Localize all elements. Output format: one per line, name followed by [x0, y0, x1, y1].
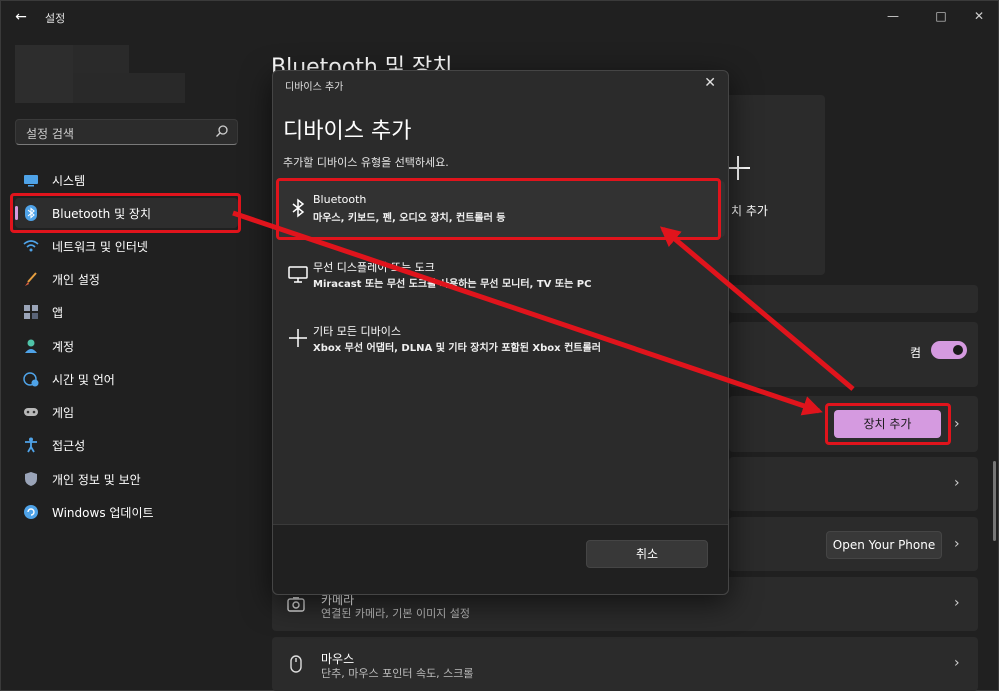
option-title: 기타 모든 디바이스 [313, 325, 401, 338]
toggle-knob [953, 345, 963, 355]
option-subtitle: Miracast 또는 무선 도크를 사용하는 무선 모니터, TV 또는 PC [313, 279, 592, 290]
sidebar-item-accessibility[interactable]: 접근성 [15, 430, 238, 460]
apps-icon [24, 305, 38, 319]
accessibility-icon [25, 437, 37, 453]
monitor-icon [288, 266, 308, 283]
plus-icon [289, 329, 307, 347]
update-icon [24, 505, 38, 519]
sidebar-item-label: Windows 업데이트 [52, 506, 154, 520]
chevron-right-icon: › [954, 655, 960, 671]
settings-window: ← 설정 — □ ✕ 설정 검색 시스템 Bluetooth 및 장치 네트워크… [0, 0, 999, 691]
avatar [15, 45, 73, 103]
highlight-box [276, 178, 721, 240]
option-wireless-display[interactable]: 무선 디스플레이 또는 도크 Miracast 또는 무선 도크를 사용하는 무… [277, 247, 725, 303]
sidebar-item-label: 시간 및 언어 [52, 373, 115, 387]
bluetooth-toggle[interactable] [931, 341, 967, 359]
brush-icon [25, 272, 37, 286]
sidebar-item-privacy[interactable]: 개인 정보 및 보안 [15, 464, 238, 494]
search-input[interactable]: 설정 검색 [15, 119, 238, 145]
mouse-icon [290, 655, 302, 673]
device-list-row[interactable] [729, 285, 978, 313]
scroll-thumb[interactable] [993, 461, 996, 541]
person-icon [25, 339, 37, 353]
search-icon [216, 125, 228, 137]
sidebar-item-personalization[interactable]: 개인 설정 [15, 264, 238, 294]
dialog-footer: 취소 [273, 524, 728, 594]
chevron-right-icon: › [954, 416, 960, 432]
gamepad-icon [24, 408, 38, 416]
minimize-icon[interactable]: — [881, 7, 905, 25]
sidebar-item-time-language[interactable]: 시간 및 언어 [15, 364, 238, 394]
toggle-label: 켬 [910, 346, 922, 360]
close-window-icon[interactable]: ✕ [967, 7, 991, 25]
mouse-row[interactable]: 마우스 단추, 마우스 포인터 속도, 스크롤 › [272, 637, 978, 691]
close-icon[interactable]: ✕ [704, 75, 716, 91]
search-placeholder: 설정 검색 [26, 127, 74, 141]
chevron-right-icon: › [954, 475, 960, 491]
dialog-prompt: 추가할 디바이스 유형을 선택하세요. [283, 156, 449, 169]
add-card-label: 치 추가 [731, 204, 768, 218]
sidebar-item-label: 개인 정보 및 보안 [52, 473, 141, 487]
sidebar-item-network[interactable]: 네트워크 및 인터넷 [15, 231, 238, 261]
sidebar-item-label: 네트워크 및 인터넷 [52, 240, 148, 254]
back-arrow-icon[interactable]: ← [11, 9, 31, 25]
title-bar: ← 설정 — □ ✕ [1, 1, 999, 33]
sidebar-item-label: 계정 [52, 340, 75, 354]
globe-clock-icon [23, 372, 39, 387]
dialog-heading: 디바이스 추가 [283, 119, 412, 144]
sidebar-item-label: 개인 설정 [52, 273, 100, 287]
add-device-dialog: 디바이스 추가 ✕ 디바이스 추가 추가할 디바이스 유형을 선택하세요. Bl… [272, 70, 729, 595]
maximize-icon[interactable]: □ [929, 7, 953, 25]
scrollbar[interactable] [993, 41, 996, 681]
sidebar-item-windows-update[interactable]: Windows 업데이트 [15, 497, 238, 527]
sidebar-item-label: 게임 [52, 406, 75, 420]
sidebar-item-label: 앱 [52, 306, 64, 320]
open-your-phone-button[interactable]: Open Your Phone [826, 531, 942, 559]
sidebar-item-accounts[interactable]: 계정 [15, 331, 238, 361]
shield-icon [25, 472, 37, 486]
chevron-right-icon: › [954, 595, 960, 611]
settings-row[interactable] [729, 457, 978, 511]
sidebar-item-system[interactable]: 시스템 [15, 165, 238, 195]
row-subtitle: 단추, 마우스 포인터 속도, 스크롤 [321, 667, 474, 680]
sidebar-item-gaming[interactable]: 게임 [15, 397, 238, 427]
option-other-devices[interactable]: 기타 모든 디바이스 Xbox 무선 어댑터, DLNA 및 기타 장치가 포함… [277, 311, 725, 367]
row-subtitle: 연결된 카메라, 기본 이미지 설정 [321, 607, 471, 620]
cancel-button[interactable]: 취소 [586, 540, 708, 568]
app-title: 설정 [45, 12, 66, 25]
camera-icon [287, 597, 305, 612]
dialog-caption: 디바이스 추가 [285, 82, 344, 93]
sidebar-item-apps[interactable]: 앱 [15, 297, 238, 327]
monitor-icon [24, 175, 38, 187]
highlight-box [10, 193, 241, 233]
option-title: 무선 디스플레이 또는 도크 [313, 261, 435, 274]
sidebar-item-label: 접근성 [52, 439, 86, 453]
wifi-icon [23, 240, 39, 252]
sidebar-item-label: 시스템 [52, 174, 86, 188]
user-profile[interactable] [15, 45, 185, 103]
option-subtitle: Xbox 무선 어댑터, DLNA 및 기타 장치가 포함된 Xbox 컨트롤러 [313, 343, 601, 354]
chevron-right-icon: › [954, 536, 960, 552]
highlight-box [825, 403, 951, 445]
